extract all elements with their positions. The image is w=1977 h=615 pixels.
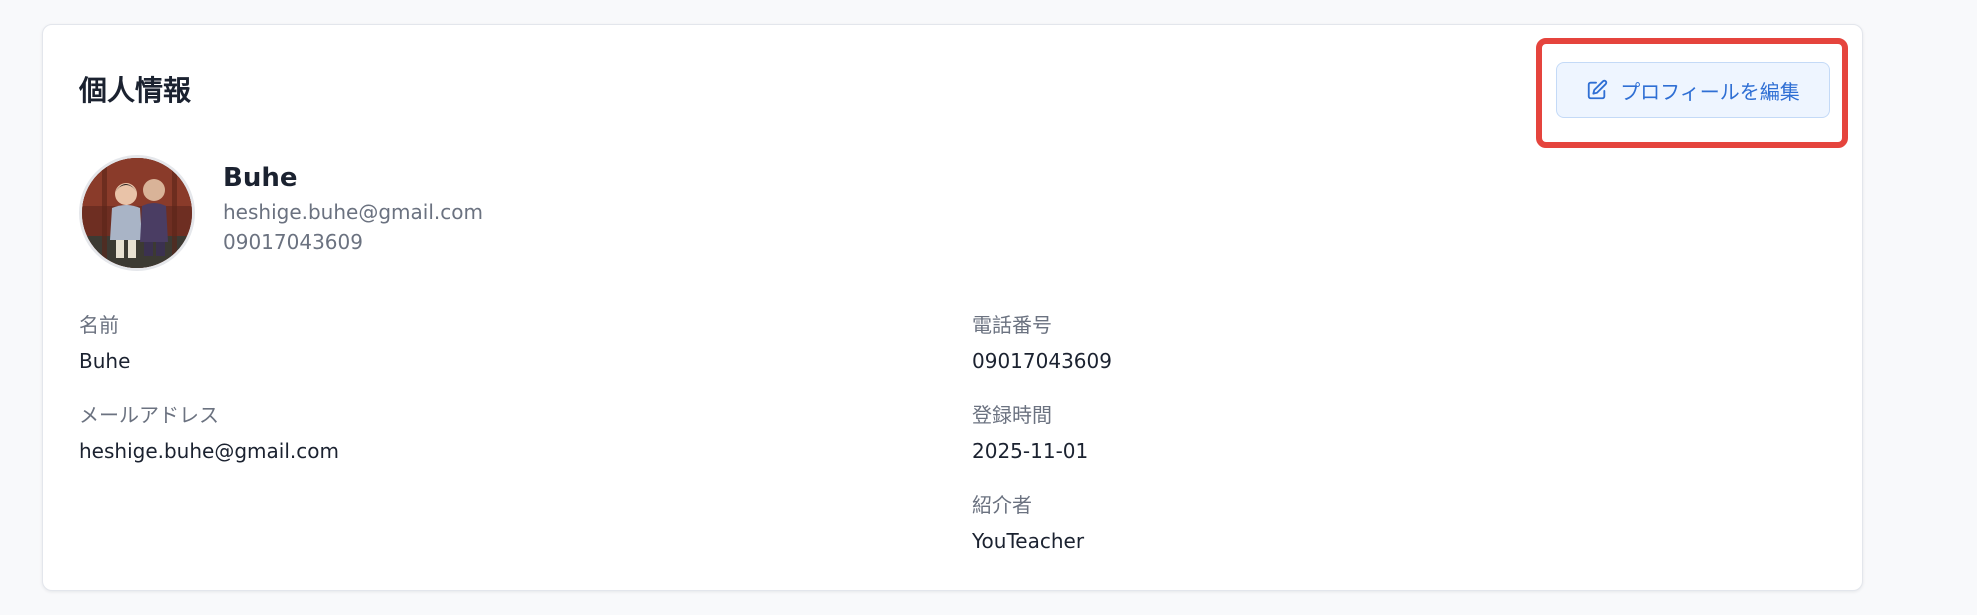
registered-field-value: 2025-11-01 — [972, 439, 1089, 463]
referrer-field-label: 紹介者 — [972, 493, 1032, 517]
email-field-label: メールアドレス — [79, 403, 219, 427]
edit-profile-button[interactable]: プロフィールを編集 — [1556, 62, 1830, 118]
avatar-photo — [82, 158, 192, 268]
name-field-value: Buhe — [79, 349, 131, 373]
section-title: 個人情報 — [79, 74, 192, 107]
email-field-value: heshige.buhe@gmail.com — [79, 439, 339, 463]
user-phone: 09017043609 — [223, 230, 363, 254]
phone-field-label: 電話番号 — [972, 313, 1052, 337]
avatar — [79, 155, 195, 271]
user-email: heshige.buhe@gmail.com — [223, 200, 483, 224]
user-name: Buhe — [223, 163, 298, 193]
profile-card: 個人情報 プロフィールを編集 Buhe heshige.buhe@gmail.c… — [42, 24, 1863, 591]
name-field-label: 名前 — [79, 313, 119, 337]
edit-profile-label: プロフィールを編集 — [1620, 81, 1800, 104]
edit-icon — [1586, 79, 1608, 101]
registered-field-label: 登録時間 — [972, 403, 1052, 427]
referrer-field-value: YouTeacher — [972, 529, 1085, 553]
phone-field-value: 09017043609 — [972, 349, 1112, 373]
